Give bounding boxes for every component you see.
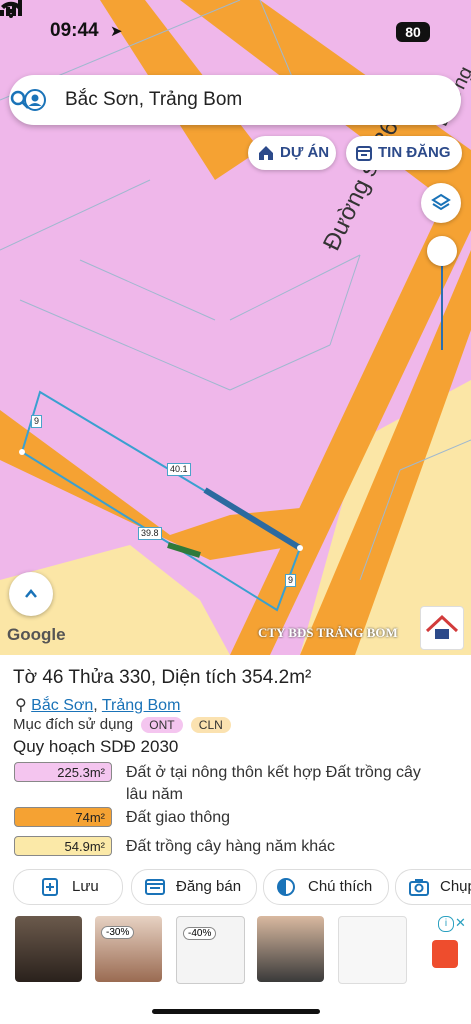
area-text: Đất trồng cây hàng năm khác — [126, 838, 336, 855]
area-swatch: 74m² — [14, 807, 112, 827]
battery-indicator: 80 — [396, 22, 430, 42]
save-button[interactable]: Lưu — [13, 869, 123, 905]
add-document-icon — [42, 878, 58, 896]
ad-close-icon[interactable]: ✕ — [455, 915, 466, 931]
contrast-icon — [277, 878, 295, 896]
ad-thumb[interactable] — [15, 916, 82, 982]
calendar-icon — [356, 146, 372, 161]
discount-badge: -30% — [101, 926, 135, 939]
ad-thumb[interactable]: -40% — [176, 916, 245, 984]
layers-button[interactable] — [421, 183, 461, 223]
layers-icon — [431, 193, 451, 211]
pin-icon: ⚲ — [15, 697, 27, 714]
tag-ont: ONT — [141, 717, 183, 733]
camera-icon — [409, 879, 429, 896]
discount-badge: -40% — [183, 927, 217, 940]
plan-label: Quy hoạch SDĐ 2030 — [13, 737, 179, 756]
capture-label: Chụp — [440, 878, 471, 895]
project-chip-button[interactable]: DỰ ÁN — [248, 136, 336, 170]
area-swatch: 54.9m² — [14, 836, 112, 856]
legend-label: Chú thích — [308, 878, 373, 895]
save-label: Lưu — [72, 878, 99, 895]
dim-left: 9 — [31, 415, 43, 428]
purpose-label: Mục đích sử dụng — [13, 716, 134, 733]
expand-up-button[interactable] — [9, 572, 53, 616]
shopee-icon[interactable] — [432, 940, 458, 968]
post-sale-button[interactable]: Đăng bán — [131, 869, 257, 905]
parcel-title: Tờ 46 Thửa 330, Diện tích 354.2m² — [13, 667, 312, 688]
location-arrow-icon: ➤ — [110, 23, 123, 40]
parcel-info-panel: Tờ 46 Thửa 330, Diện tích 354.2m² ⚲ Bắc … — [0, 655, 471, 1024]
legend-button[interactable]: Chú thích — [263, 869, 389, 905]
capture-button[interactable]: Chụp — [395, 869, 471, 905]
purpose-row: Mục đích sử dụng ONT CLN — [13, 716, 231, 733]
district-link[interactable]: Trảng Bom — [102, 697, 181, 714]
project-chip-label: DỰ ÁN — [280, 144, 330, 161]
house-icon — [259, 146, 273, 160]
parcel-address: ⚲ Bắc Sơn, Trảng Bom — [15, 697, 181, 714]
ad-thumb[interactable]: -30% — [95, 916, 162, 982]
area-text: Đất giao thông — [126, 809, 231, 826]
area-swatch: 225.3m² — [14, 762, 112, 782]
dim-right: 9 — [285, 574, 297, 587]
chevron-up-icon — [25, 589, 37, 598]
ad-info-icon[interactable]: i — [438, 916, 454, 932]
listing-chip-button[interactable]: TIN ĐĂNG — [346, 136, 462, 170]
company-logo — [420, 606, 464, 650]
status-bar: 09:44 ➤ 80 — [0, 0, 471, 62]
watermark-text: CTY BĐS TRẢNG BOM — [258, 625, 398, 640]
ward-link[interactable]: Bắc Sơn — [31, 697, 93, 714]
ad-thumb[interactable] — [338, 916, 407, 984]
listing-icon — [145, 879, 165, 895]
google-logo: Google — [7, 625, 66, 644]
ad-banner[interactable]: -30% -40% i ✕ — [0, 910, 471, 990]
status-time: 09:44 — [50, 20, 99, 41]
wifi-icon — [1, 1, 21, 18]
post-sale-label: Đăng bán — [176, 878, 242, 895]
ad-thumb[interactable] — [257, 916, 324, 982]
search-text[interactable]: Bắc Sơn, Trảng Bom — [65, 89, 242, 111]
dim-top: 40.1 — [167, 463, 191, 476]
map-view[interactable]: Đường số 36 Đường 9 40.1 39.8 9 09:44 ➤ … — [0, 0, 471, 655]
search-icon[interactable] — [9, 89, 31, 111]
home-indicator — [152, 1009, 320, 1014]
tag-cln: CLN — [190, 717, 231, 733]
search-bar[interactable]: Bắc Sơn, Trảng Bom — [9, 75, 461, 125]
area-text: Đất ở tại nông thôn kết hợp Đất trồng câ… — [126, 764, 421, 803]
listing-chip-label: TIN ĐĂNG — [378, 144, 451, 161]
dim-bottom: 39.8 — [138, 527, 162, 540]
opacity-slider-knob[interactable] — [427, 236, 457, 266]
